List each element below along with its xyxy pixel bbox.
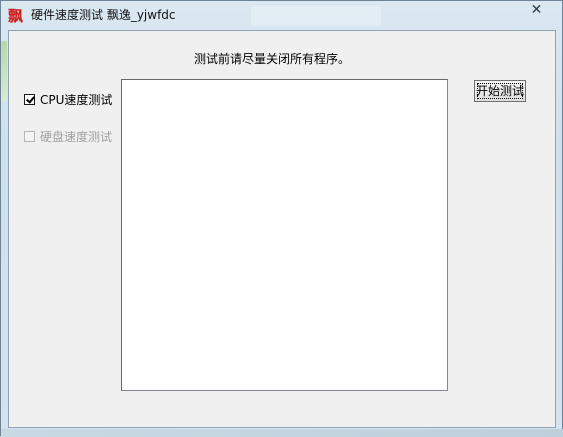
title-bar-background xyxy=(251,6,381,26)
dialog-client-area: 测试前请尽量关闭所有程序。 CPU速度测试 硬盘速度测试 开始测试 xyxy=(8,30,556,428)
instruction-label: 测试前请尽量关闭所有程序。 xyxy=(194,52,351,66)
start-test-button[interactable]: 开始测试 xyxy=(474,80,526,102)
close-icon: ✕ xyxy=(530,2,543,18)
close-button[interactable]: ✕ xyxy=(520,1,553,19)
window-title: 硬件速度测试 飘逸_yjwfdc xyxy=(31,8,176,22)
background-glow xyxy=(1,41,7,101)
cpu-test-option[interactable]: CPU速度测试 xyxy=(24,91,112,107)
application-window: 飘 硬件速度测试 飘逸_yjwfdc ✕ 测试前请尽量关闭所有程序。 CPU速度… xyxy=(0,0,563,437)
results-output-box[interactable] xyxy=(121,79,448,391)
title-bar[interactable]: 飘 硬件速度测试 飘逸_yjwfdc ✕ xyxy=(1,1,562,29)
app-logo-icon: 飘 xyxy=(8,7,24,25)
cpu-test-label: CPU速度测试 xyxy=(40,92,113,107)
disk-test-label: 硬盘速度测试 xyxy=(40,129,113,144)
cpu-test-checkbox[interactable] xyxy=(24,93,35,105)
disk-test-checkbox xyxy=(24,130,35,142)
disk-test-option: 硬盘速度测试 xyxy=(24,128,112,144)
